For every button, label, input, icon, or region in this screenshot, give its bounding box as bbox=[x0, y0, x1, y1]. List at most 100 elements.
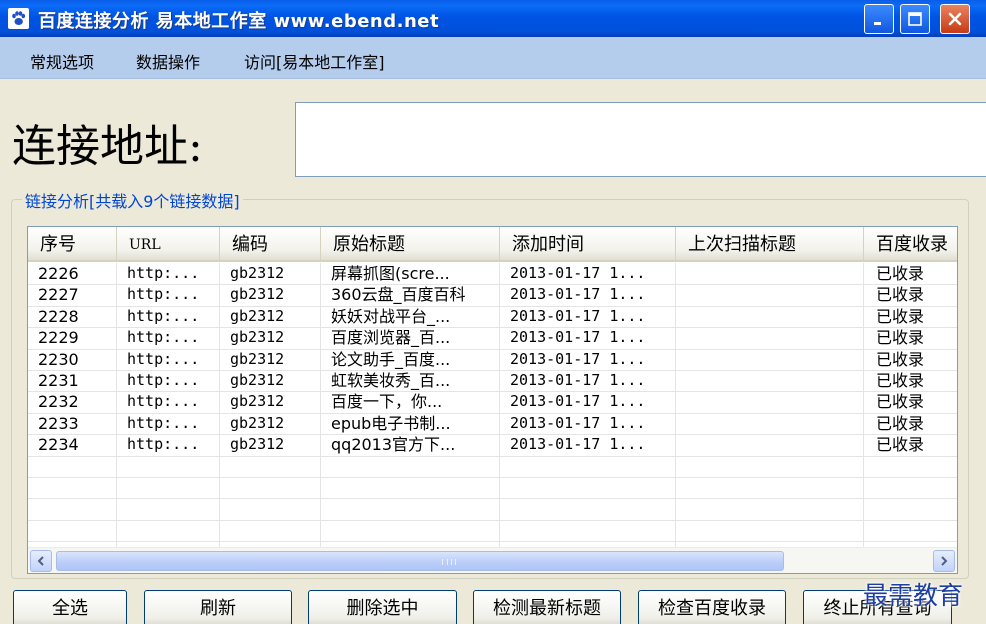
cell-index: 2230 bbox=[38, 350, 79, 369]
grid-line bbox=[28, 456, 957, 457]
cell-last-scan-title bbox=[676, 306, 864, 327]
table-row[interactable]: 2230 http:... gb2312 论文助手_百度... 2013-01-17 1… bbox=[28, 349, 957, 370]
grid-line bbox=[28, 541, 957, 542]
cell-url: http:... bbox=[127, 285, 200, 303]
cell-original-title: 屏幕抓图(scre... bbox=[331, 264, 450, 283]
cell-index: 2232 bbox=[38, 392, 79, 411]
maximize-button[interactable] bbox=[900, 4, 930, 34]
close-icon bbox=[948, 12, 962, 26]
menu-data-operations[interactable]: 数据操作 bbox=[136, 49, 200, 73]
column-header-added-time[interactable]: 添加时间 bbox=[500, 227, 676, 260]
cell-index: 2231 bbox=[38, 371, 79, 390]
menu-bar: 常规选项 数据操作 访问[易本地工作室] bbox=[0, 37, 986, 79]
cell-url: http:... bbox=[127, 435, 200, 453]
cell-encoding: gb2312 bbox=[230, 414, 285, 432]
cell-baidu-index: 已收录 bbox=[876, 328, 925, 347]
link-list[interactable]: 序号 URL 编码 原始标题 添加时间 上次扫描标题 百度收录 2226 http… bbox=[27, 226, 958, 574]
chevron-left-icon bbox=[37, 556, 44, 566]
cell-baidu-index: 已收录 bbox=[876, 371, 925, 390]
cell-url: http:... bbox=[127, 350, 200, 368]
cell-url: http:... bbox=[127, 307, 200, 325]
minimize-button[interactable] bbox=[864, 4, 894, 34]
paw-icon bbox=[8, 8, 29, 29]
table-row[interactable]: 2232 http:... gb2312 百度一下，你... 2013-01-17 1.… bbox=[28, 391, 957, 412]
delete-selected-button[interactable]: 删除选中 bbox=[308, 590, 457, 624]
group-title: 链接分析[共载入9个链接数据] bbox=[22, 188, 243, 212]
close-button[interactable] bbox=[940, 4, 970, 34]
column-header-last-scan-title[interactable]: 上次扫描标题 bbox=[676, 227, 864, 260]
column-header-baidu-index[interactable]: 百度收录 bbox=[864, 227, 957, 260]
cell-added-time: 2013-01-17 1... bbox=[510, 350, 646, 368]
table-row[interactable]: 2226 http:... gb2312 屏幕抓图(scre... 2013-01-17… bbox=[28, 263, 957, 284]
cell-original-title: epub电子书制... bbox=[331, 414, 451, 433]
cell-baidu-index: 已收录 bbox=[876, 392, 925, 411]
cell-added-time: 2013-01-17 1... bbox=[510, 264, 646, 282]
column-header-index[interactable]: 序号 bbox=[28, 227, 117, 260]
cell-url: http:... bbox=[127, 414, 200, 432]
cell-encoding: gb2312 bbox=[230, 328, 285, 346]
table-row[interactable]: 2231 http:... gb2312 虹软美妆秀_百... 2013-01-17 1… bbox=[28, 370, 957, 391]
refresh-button[interactable]: 刷新 bbox=[144, 590, 292, 624]
cell-baidu-index: 已收录 bbox=[876, 435, 925, 454]
menu-visit-studio[interactable]: 访问[易本地工作室] bbox=[244, 49, 385, 73]
scroll-thumb[interactable] bbox=[56, 551, 784, 571]
scroll-left-button[interactable] bbox=[30, 550, 52, 572]
address-label: 连接地址: bbox=[12, 121, 203, 172]
table-row[interactable]: 2234 http:... gb2312 qq2013官方下... 2013-01-17… bbox=[28, 434, 957, 455]
cell-last-scan-title bbox=[676, 327, 864, 348]
cell-index: 2234 bbox=[38, 435, 79, 454]
cell-original-title: 虹软美妆秀_百... bbox=[331, 371, 451, 390]
cell-url: http:... bbox=[127, 392, 200, 410]
cell-encoding: gb2312 bbox=[230, 350, 285, 368]
cell-last-scan-title bbox=[676, 413, 864, 434]
horizontal-scrollbar[interactable] bbox=[28, 547, 957, 573]
cell-added-time: 2013-01-17 1... bbox=[510, 392, 646, 410]
check-baidu-index-button[interactable]: 检查百度收录 bbox=[638, 590, 786, 624]
cell-baidu-index: 已收录 bbox=[876, 285, 925, 304]
cell-added-time: 2013-01-17 1... bbox=[510, 371, 646, 389]
grid-line bbox=[28, 498, 957, 499]
cell-original-title: 百度浏览器_百... bbox=[331, 328, 451, 347]
cell-url: http:... bbox=[127, 264, 200, 282]
cell-encoding: gb2312 bbox=[230, 371, 285, 389]
column-header-original-title[interactable]: 原始标题 bbox=[321, 227, 500, 260]
table-row[interactable]: 2228 http:... gb2312 妖妖对战平台_... 2013-01-17 1… bbox=[28, 306, 957, 327]
cell-last-scan-title bbox=[676, 284, 864, 305]
cell-added-time: 2013-01-17 1... bbox=[510, 328, 646, 346]
maximize-icon bbox=[908, 12, 922, 26]
address-input[interactable] bbox=[295, 102, 986, 177]
chevron-right-icon bbox=[941, 556, 948, 566]
table-row[interactable]: 2229 http:... gb2312 百度浏览器_百... 2013-01-17 1… bbox=[28, 327, 957, 348]
cell-encoding: gb2312 bbox=[230, 392, 285, 410]
cell-last-scan-title bbox=[676, 370, 864, 391]
watermark: 最需教育 bbox=[863, 581, 964, 610]
select-all-button[interactable]: 全选 bbox=[13, 590, 127, 624]
cell-index: 2227 bbox=[38, 285, 79, 304]
column-header-encoding[interactable]: 编码 bbox=[220, 227, 321, 260]
menu-general-options[interactable]: 常规选项 bbox=[30, 49, 94, 73]
app-window: 百度连接分析 易本地工作室 www.ebend.net 常规选项 数据操作 访问… bbox=[0, 0, 986, 624]
cell-added-time: 2013-01-17 1... bbox=[510, 307, 646, 325]
cell-baidu-index: 已收录 bbox=[876, 350, 925, 369]
scroll-right-button[interactable] bbox=[933, 550, 955, 572]
cell-encoding: gb2312 bbox=[230, 435, 285, 453]
list-body: 2226 http:... gb2312 屏幕抓图(scre... 2013-01-17… bbox=[28, 263, 957, 547]
cell-encoding: gb2312 bbox=[230, 285, 285, 303]
cell-last-scan-title bbox=[676, 263, 864, 284]
cell-last-scan-title bbox=[676, 349, 864, 370]
column-header-url[interactable]: URL bbox=[117, 227, 220, 260]
cell-index: 2228 bbox=[38, 307, 79, 326]
minimize-icon bbox=[874, 22, 881, 25]
cell-original-title: 妖妖对战平台_... bbox=[331, 307, 451, 326]
grid-line bbox=[28, 520, 957, 521]
title-bar[interactable]: 百度连接分析 易本地工作室 www.ebend.net bbox=[0, 0, 986, 37]
check-latest-title-button[interactable]: 检测最新标题 bbox=[473, 590, 621, 624]
table-row[interactable]: 2233 http:... gb2312 epub电子书制... 2013-01-17 … bbox=[28, 413, 957, 434]
cell-index: 2233 bbox=[38, 414, 79, 433]
grip-icon bbox=[442, 559, 456, 565]
table-row[interactable]: 2227 http:... gb2312 360云盘_百度百科 2013-01-17 1… bbox=[28, 284, 957, 305]
cell-baidu-index: 已收录 bbox=[876, 264, 925, 283]
cell-baidu-index: 已收录 bbox=[876, 307, 925, 326]
cell-original-title: 论文助手_百度... bbox=[331, 350, 451, 369]
cell-encoding: gb2312 bbox=[230, 264, 285, 282]
